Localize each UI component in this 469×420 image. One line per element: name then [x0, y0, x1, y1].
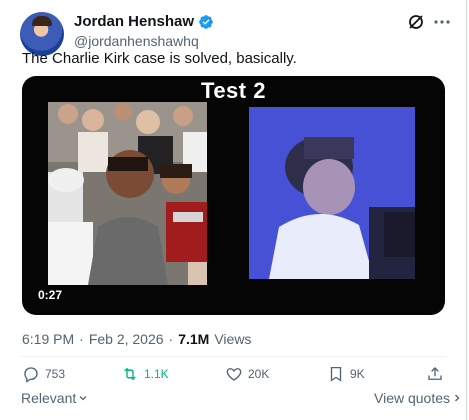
- chevron-down-icon: [79, 396, 87, 401]
- like-button[interactable]: 20K: [225, 365, 269, 383]
- chevron-right-icon: [455, 394, 460, 402]
- share-button[interactable]: [426, 365, 444, 383]
- views-label: Views: [214, 331, 252, 347]
- meta-separator-2: ·: [168, 331, 174, 347]
- reply-button[interactable]: 753: [22, 365, 65, 383]
- tweet-text: The Charlie Kirk case is solved, basical…: [22, 50, 297, 67]
- video-title: Test 2: [201, 78, 266, 103]
- retweet-count: 1.1K: [144, 367, 169, 381]
- view-quotes-label: View quotes: [374, 390, 451, 406]
- sort-relevant-dropdown[interactable]: Relevant: [21, 390, 88, 406]
- retweet-button[interactable]: 1.1K: [121, 365, 169, 383]
- bookmark-count: 9K: [350, 367, 365, 381]
- bookmark-icon: [330, 366, 342, 382]
- author-name[interactable]: Jordan Henshaw: [74, 13, 194, 30]
- tweet-meta: 6:19 PM · Feb 2, 2026 · 7.1M Views: [22, 331, 251, 347]
- more-options-icon[interactable]: [432, 12, 452, 32]
- bookmark-button[interactable]: 9K: [327, 365, 365, 383]
- card-border: [466, 0, 467, 420]
- author-handle[interactable]: @jordanhenshawhq: [74, 33, 199, 49]
- share-icon: [428, 367, 442, 380]
- action-bar: 753 1.1K 20K 9K: [20, 365, 446, 387]
- views-count: 7.1M: [178, 331, 210, 347]
- divider: [20, 356, 446, 357]
- grok-icon[interactable]: [406, 12, 426, 32]
- view-quotes-link[interactable]: View quotes: [374, 390, 462, 406]
- reply-count: 753: [45, 367, 66, 381]
- crowd-image: [48, 102, 207, 285]
- reply-icon: [24, 367, 38, 383]
- verified-badge-icon: [199, 14, 213, 29]
- stage-image: [249, 107, 415, 279]
- retweet-icon: [124, 367, 136, 381]
- video-player[interactable]: Test 2 0:27: [22, 76, 445, 315]
- relevant-label: Relevant: [21, 390, 77, 406]
- post-time[interactable]: 6:19 PM: [22, 331, 74, 347]
- post-date[interactable]: Feb 2, 2026: [89, 331, 164, 347]
- tweet-card: Jordan Henshaw @jordanhenshawhq The Char…: [0, 0, 469, 420]
- video-duration: 0:27: [38, 288, 63, 302]
- heart-icon: [226, 368, 242, 381]
- meta-separator: ·: [79, 331, 84, 347]
- like-count: 20K: [248, 367, 270, 381]
- author-name-row: Jordan Henshaw: [74, 13, 214, 30]
